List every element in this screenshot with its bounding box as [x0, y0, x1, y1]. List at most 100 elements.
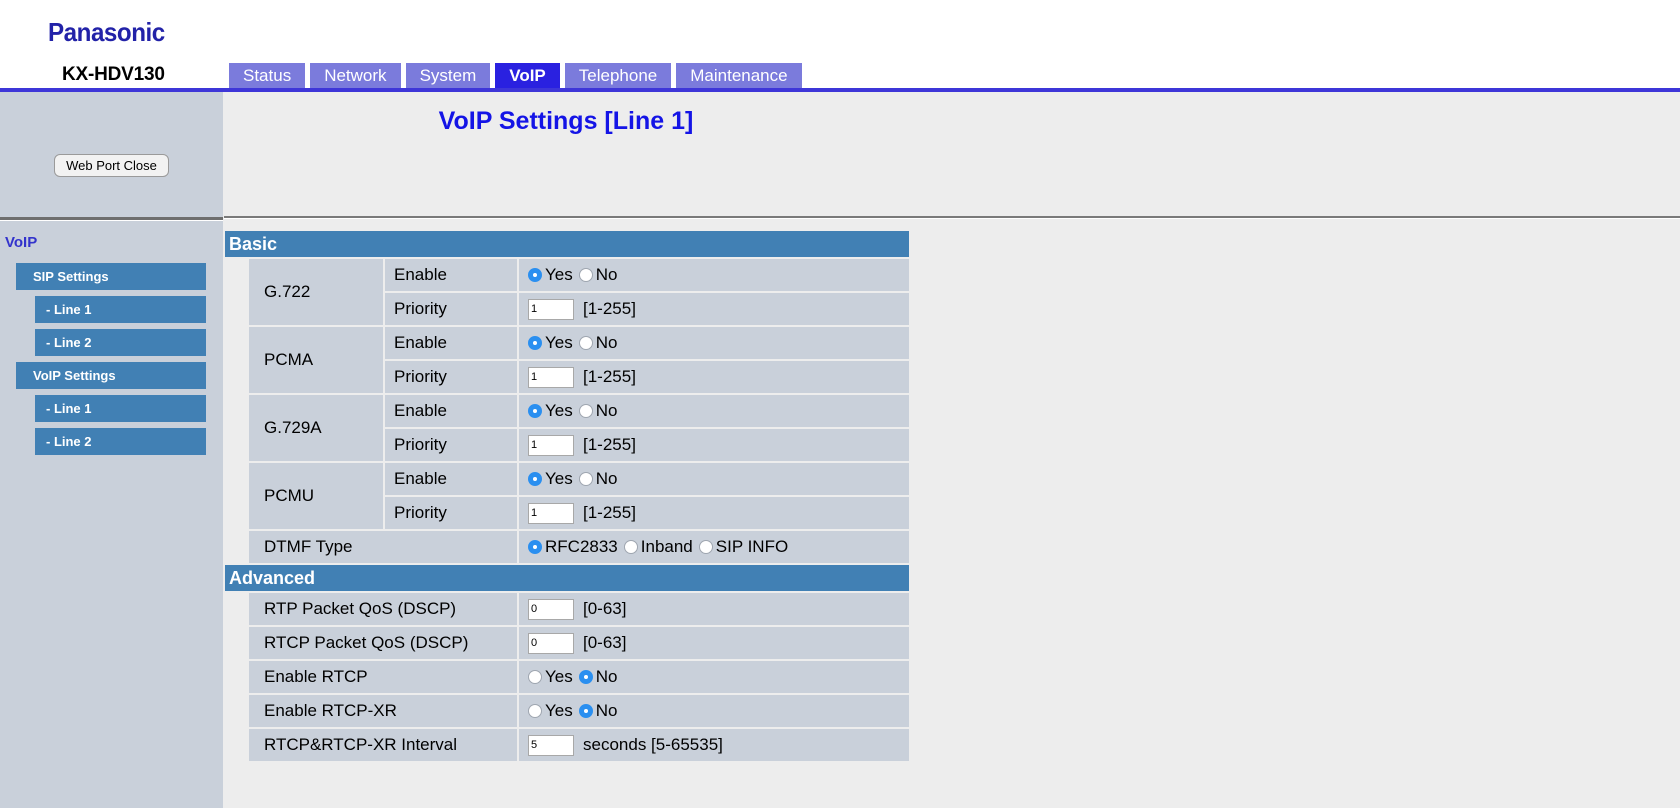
radio-option-rfc2833[interactable]: RFC2833 [528, 537, 618, 557]
radio-button-icon[interactable] [578, 336, 593, 350]
sidebar-section-title: VoIP [5, 234, 38, 251]
radio-option-yes[interactable]: Yes [528, 401, 573, 421]
radio-label: Yes [545, 401, 573, 420]
field-value: 1 [1-255] [519, 429, 909, 461]
numeric-input[interactable]: 0 [528, 632, 574, 654]
radio-option-yes[interactable]: Yes [528, 701, 573, 721]
radio-option-no[interactable]: No [578, 333, 617, 353]
indent-cell [225, 395, 247, 461]
radio-label: Yes [545, 265, 573, 284]
radio-button-icon[interactable] [528, 268, 542, 282]
range-hint: [1-255] [583, 299, 636, 318]
table-row: Priority 1 [1-255] [383, 361, 909, 393]
codec-block: PCMA Enable Yes No Priority 1 [1-255] [225, 327, 909, 393]
sidebar-item-line-1[interactable]: - Line 1 [35, 395, 206, 422]
range-hint: seconds [5-65535] [583, 735, 723, 754]
radio-button-icon[interactable] [578, 704, 593, 718]
indent-cell [225, 531, 247, 563]
codec-enable-radios: Yes No [528, 265, 623, 285]
field-label: Enable [385, 259, 517, 291]
range-hint: [1-255] [583, 503, 636, 522]
table-row: Enable RTCP Yes No [225, 661, 909, 693]
radio-button-icon[interactable] [528, 704, 542, 718]
radio-label: RFC2833 [545, 537, 618, 556]
codec-name-cell: G.722 [249, 259, 383, 325]
radio-option-no[interactable]: No [578, 401, 618, 421]
field-label: RTP Packet QoS (DSCP) [249, 593, 517, 625]
radio-button-icon[interactable] [623, 540, 638, 554]
radio-button-icon[interactable] [528, 670, 542, 684]
radio-button-icon[interactable] [528, 404, 542, 418]
radio-option-yes[interactable]: Yes [528, 469, 573, 489]
codec-name-cell: PCMU [249, 463, 383, 529]
numeric-input[interactable]: 5 [528, 734, 574, 756]
panasonic-logo: Panasonic [48, 17, 165, 47]
yes-no-radios: Yes No [528, 667, 623, 687]
codec-priority-input[interactable]: 1 [528, 434, 574, 456]
radio-option-no[interactable]: No [578, 469, 617, 489]
field-label: RTCP Packet QoS (DSCP) [249, 627, 517, 659]
radio-option-inband[interactable]: Inband [623, 537, 693, 557]
field-label: Enable [385, 327, 517, 359]
radio-option-yes[interactable]: Yes [528, 333, 573, 353]
tab-voip[interactable]: VoIP [495, 63, 560, 88]
table-row: RTP Packet QoS (DSCP) 0 [0-63] [225, 593, 909, 625]
field-label: Priority [385, 429, 517, 461]
tab-network[interactable]: Network [310, 63, 401, 88]
page-title: VoIP Settings [Line 1] [438, 107, 694, 135]
radio-option-no[interactable]: No [578, 701, 618, 721]
sidebar-item-line-1[interactable]: - Line 1 [35, 296, 206, 323]
dtmf-type-value: RFC2833 Inband SIP INFO [519, 531, 909, 563]
field-label: Enable RTCP [249, 661, 517, 693]
tab-telephone[interactable]: Telephone [564, 63, 672, 88]
sidebar-divider [0, 217, 223, 221]
radio-option-no[interactable]: No [578, 265, 617, 285]
indent-cell [225, 259, 247, 325]
codec-block: G.729A Enable Yes No Priority 1 [1-255] [225, 395, 909, 461]
table-row: Enable Yes No [383, 463, 909, 495]
radio-button-icon[interactable] [578, 670, 593, 684]
field-value: 5 seconds [5-65535] [519, 729, 909, 761]
radio-label: No [595, 701, 618, 720]
table-row: Enable Yes No [383, 259, 909, 291]
web-port-button-wrapper: Web Port Close [0, 154, 223, 177]
radio-label: SIP INFO [715, 537, 789, 556]
radio-button-icon[interactable] [528, 472, 542, 486]
indent-cell [225, 593, 247, 625]
radio-button-icon[interactable] [528, 540, 542, 554]
sidebar-item-voip-settings[interactable]: VoIP Settings [16, 362, 206, 389]
field-label: Priority [385, 497, 517, 529]
radio-button-icon[interactable] [578, 472, 593, 486]
radio-option-yes[interactable]: Yes [528, 265, 573, 285]
table-row: Enable RTCP-XR Yes No [225, 695, 909, 727]
table-row: RTCP Packet QoS (DSCP) 0 [0-63] [225, 627, 909, 659]
codec-priority-input[interactable]: 1 [528, 298, 574, 320]
radio-label: No [595, 401, 618, 420]
radio-label: No [595, 667, 618, 686]
web-port-close-button[interactable]: Web Port Close [54, 154, 169, 177]
indent-cell [225, 463, 247, 529]
section-header-advanced: Advanced [225, 565, 909, 591]
tab-maintenance[interactable]: Maintenance [676, 63, 802, 88]
sidebar-item-sip-settings[interactable]: SIP Settings [16, 263, 206, 290]
table-row: Enable Yes No [383, 327, 909, 359]
field-label: RTCP&RTCP-XR Interval [249, 729, 517, 761]
numeric-input[interactable]: 0 [528, 598, 574, 620]
radio-button-icon[interactable] [528, 336, 542, 350]
radio-button-icon[interactable] [578, 268, 593, 282]
codec-priority-input[interactable]: 1 [528, 366, 574, 388]
radio-option-sip-info[interactable]: SIP INFO [698, 537, 789, 557]
radio-button-icon[interactable] [578, 404, 593, 418]
sidebar-item-line-2[interactable]: - Line 2 [35, 329, 206, 356]
codec-priority-input[interactable]: 1 [528, 502, 574, 524]
field-label: Priority [385, 293, 517, 325]
codec-block: PCMU Enable Yes No Priority 1 [1-255] [225, 463, 909, 529]
radio-label: Inband [640, 537, 693, 556]
radio-button-icon[interactable] [698, 540, 713, 554]
tab-system[interactable]: System [405, 63, 491, 88]
radio-option-yes[interactable]: Yes [528, 667, 573, 687]
sidebar-item-line-2[interactable]: - Line 2 [35, 428, 206, 455]
radio-option-no[interactable]: No [578, 667, 618, 687]
tab-status[interactable]: Status [229, 63, 306, 88]
range-hint: [1-255] [583, 435, 636, 454]
